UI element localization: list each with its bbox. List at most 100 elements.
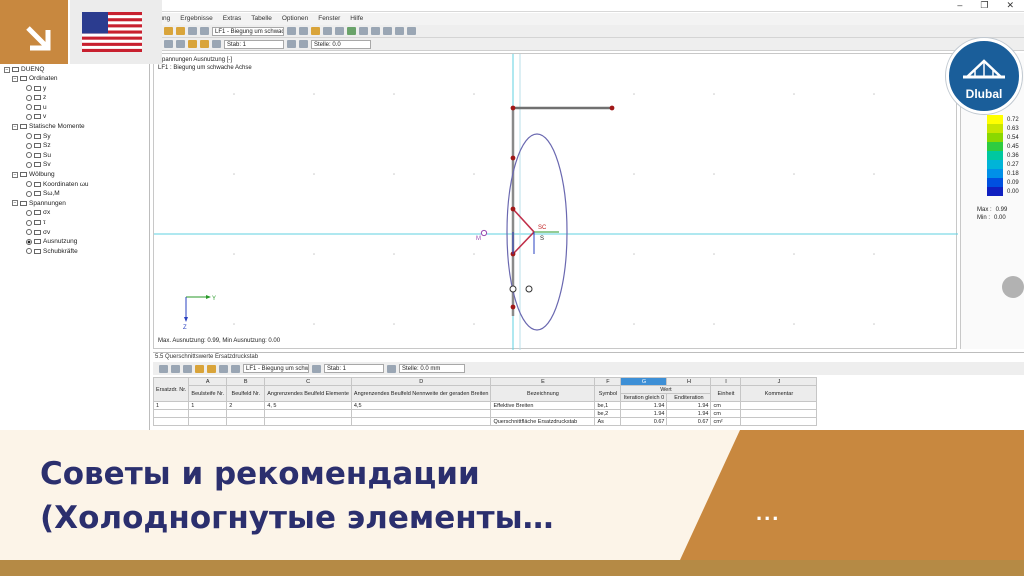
- node-icon[interactable]: [164, 40, 173, 48]
- next-icon[interactable]: [299, 27, 308, 35]
- results-table[interactable]: Ersatzdr. Nr. A B C D E F G H I J Beulst…: [152, 377, 818, 426]
- line-icon[interactable]: [176, 40, 185, 48]
- table-cell-a[interactable]: [188, 417, 228, 426]
- radio-button[interactable]: [26, 209, 32, 216]
- grid-icon[interactable]: [335, 27, 344, 35]
- table-cell-c[interactable]: [264, 417, 352, 426]
- tree-item[interactable]: σx: [26, 209, 50, 216]
- menu-item[interactable]: Extras: [223, 13, 241, 25]
- table-cell-e[interactable]: Effektive Breiten: [490, 401, 596, 410]
- radio-button[interactable]: [26, 85, 32, 92]
- side-scroll-handle[interactable]: [1002, 276, 1024, 298]
- table-cell-h[interactable]: 0.67: [666, 417, 712, 426]
- radio-button[interactable]: [26, 181, 32, 188]
- radio-button[interactable]: [26, 161, 32, 168]
- menu-item[interactable]: Fenster: [318, 13, 340, 25]
- table-cell-nr[interactable]: 1: [152, 401, 190, 410]
- graphics-window[interactable]: Spannungen Ausnutzung [-] LF1 : Biegung …: [153, 53, 958, 350]
- radio-button[interactable]: [26, 133, 32, 140]
- folder-icon[interactable]: [176, 27, 185, 35]
- table-cell-g[interactable]: 0.67: [620, 417, 668, 426]
- table-row[interactable]: 1 1 2 4, 5 4,5 Effektive Breiten be,1 1.94 1.94 c…: [152, 401, 818, 410]
- settings-icon[interactable]: [407, 27, 416, 35]
- table-cell-f[interactable]: be,1: [594, 401, 622, 410]
- section-icon[interactable]: [323, 27, 332, 35]
- tree-folder[interactable]: − Spannungen: [12, 200, 66, 207]
- select-icon[interactable]: [383, 27, 392, 35]
- collapse-icon[interactable]: −: [12, 200, 18, 207]
- radio-button[interactable]: [26, 113, 32, 120]
- print-icon[interactable]: [188, 27, 197, 35]
- radio-button[interactable]: [26, 104, 32, 111]
- table-location-select[interactable]: Stelle: 0.0 mm: [399, 364, 465, 373]
- table-cell-i[interactable]: cm²: [710, 417, 742, 426]
- close-icon[interactable]: ✕: [1006, 0, 1014, 10]
- table-tool-icon[interactable]: [159, 364, 168, 373]
- tree-item[interactable]: σv: [26, 229, 50, 236]
- view-icon[interactable]: [200, 27, 209, 35]
- collapse-icon[interactable]: −: [12, 171, 18, 178]
- table-row[interactable]: Querschnittfläche Ersatzdruckstab As 0.67 0…: [152, 417, 818, 426]
- table-cell-h[interactable]: 1.94: [666, 401, 712, 410]
- radio-button[interactable]: [26, 248, 32, 255]
- table-cell-j[interactable]: [740, 417, 818, 426]
- table-cell-b[interactable]: [226, 409, 266, 418]
- table-tool-icon[interactable]: [219, 364, 228, 373]
- collapse-icon[interactable]: −: [12, 123, 18, 130]
- table-cell-b[interactable]: 2: [226, 401, 266, 410]
- tree-item[interactable]: Sy: [26, 133, 51, 140]
- rotate-icon[interactable]: [371, 27, 380, 35]
- table-cell-i[interactable]: cm: [710, 409, 742, 418]
- table-cell-a[interactable]: 1: [188, 401, 228, 410]
- radio-button[interactable]: [26, 229, 32, 236]
- tree-item[interactable]: Sω,M: [26, 190, 60, 197]
- tree-item[interactable]: Su: [26, 152, 51, 159]
- measure-icon[interactable]: [395, 27, 404, 35]
- table-cell-j[interactable]: [740, 409, 818, 418]
- table-row[interactable]: be,2 1.94 1.94 cm: [152, 409, 818, 418]
- display-icon[interactable]: [212, 40, 221, 48]
- radio-button[interactable]: [26, 219, 32, 226]
- collapse-icon[interactable]: −: [12, 75, 18, 82]
- tree-folder[interactable]: − Wölbung: [12, 171, 55, 178]
- radio-button[interactable]: [26, 94, 32, 101]
- tree-item[interactable]: Sz: [26, 142, 51, 149]
- menu-item[interactable]: Hilfe: [350, 13, 363, 25]
- table-cell-g[interactable]: 1.94: [620, 409, 668, 418]
- tree-folder[interactable]: − Ordinaten: [12, 75, 58, 82]
- tree-item[interactable]: v: [26, 113, 46, 120]
- collapse-icon[interactable]: −: [4, 66, 10, 73]
- location-select[interactable]: Stelle: 0.0: [311, 39, 371, 49]
- open-icon[interactable]: [164, 27, 173, 35]
- table-cell-j[interactable]: [740, 401, 818, 410]
- tree-item[interactable]: y: [26, 85, 46, 92]
- menu-item[interactable]: Ergebnisse: [180, 13, 213, 25]
- zoom-icon[interactable]: [347, 27, 356, 35]
- table-tool-icon[interactable]: [183, 364, 192, 373]
- tree-item[interactable]: Koordinaten ωu: [26, 181, 89, 188]
- tree-item[interactable]: Schubkräfte: [26, 248, 78, 255]
- table-cell-a[interactable]: [188, 409, 228, 418]
- prev-icon[interactable]: [287, 27, 296, 35]
- table-cell-c[interactable]: [264, 409, 352, 418]
- radio-button[interactable]: [26, 238, 32, 245]
- table-tool-icon[interactable]: [207, 364, 216, 373]
- table-cell-f[interactable]: be,2: [594, 409, 622, 418]
- tree-item[interactable]: z: [26, 94, 46, 101]
- menu-item[interactable]: Optionen: [282, 13, 308, 25]
- table-loadcase-select[interactable]: LF1 - Biegung um schw: [243, 364, 309, 373]
- loadcase-select[interactable]: LF1 - Biegung um schwach: [212, 26, 284, 36]
- table-cell-e[interactable]: [490, 409, 596, 418]
- table-cell-nr[interactable]: [152, 409, 190, 418]
- table-tool-icon[interactable]: [231, 364, 240, 373]
- table-cell-h[interactable]: 1.94: [666, 409, 712, 418]
- pan-icon[interactable]: [359, 27, 368, 35]
- radio-button[interactable]: [26, 190, 32, 197]
- table-tool-icon[interactable]: [195, 364, 204, 373]
- next-icon[interactable]: [387, 364, 396, 373]
- table-cell-i[interactable]: cm: [710, 401, 742, 410]
- tree-item[interactable]: u: [26, 104, 47, 111]
- table-cell-d[interactable]: [350, 409, 492, 418]
- radio-button[interactable]: [26, 142, 32, 149]
- table-cell-d[interactable]: 4,5: [350, 401, 492, 410]
